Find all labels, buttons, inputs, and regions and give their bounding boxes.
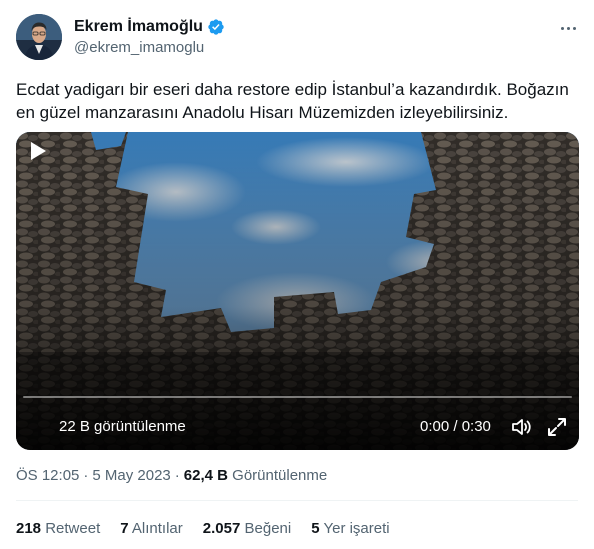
video-player[interactable]: 22 B görüntülenme 0:00 / 0:30 xyxy=(16,132,579,450)
quotes-count: 7 xyxy=(120,520,129,537)
video-views: 22 B görüntülenme xyxy=(59,418,186,435)
fullscreen-icon[interactable] xyxy=(546,416,568,438)
quotes-label: Alıntılar xyxy=(131,520,183,537)
view-count: 62,4 B xyxy=(183,467,228,484)
tweet-date: 5 May 2023 xyxy=(92,467,171,484)
divider xyxy=(16,500,578,501)
likes-stat[interactable]: 2.057 Beğeni xyxy=(203,519,291,539)
bookmarks-label: Yer işareti xyxy=(323,520,390,537)
name-row: Ekrem İmamoğlu xyxy=(74,17,225,37)
likes-label: Beğeni xyxy=(244,520,292,537)
avatar[interactable] xyxy=(16,14,62,60)
video-time: 0:00 / 0:30 xyxy=(420,418,491,435)
verified-badge-icon[interactable] xyxy=(207,18,225,36)
retweets-stat[interactable]: 218 Retweet xyxy=(16,519,100,539)
tweet-text: Ecdat yadigarı bir eseri daha restore ed… xyxy=(16,80,569,122)
retweets-count: 218 xyxy=(16,520,42,537)
author-handle[interactable]: @ekrem_imamoglu xyxy=(74,38,225,58)
more-horizontal-icon[interactable] xyxy=(558,18,578,38)
volume-icon[interactable] xyxy=(510,416,532,438)
tweet-timestamp[interactable]: ÖS 12:05 · 5 May 2023 xyxy=(16,467,171,484)
engagement-stats: 218 Retweet 7 Alıntılar 2.057 Beğeni 5 Y… xyxy=(16,519,410,539)
retweets-label: Retweet xyxy=(45,520,101,537)
tweet: Ekrem İmamoğlu @ekrem_imamoglu Ecdat yad… xyxy=(0,0,594,549)
video-progress-bar[interactable] xyxy=(23,396,572,398)
play-icon[interactable] xyxy=(28,140,48,162)
tweet-time: ÖS 12:05 xyxy=(16,467,80,484)
bookmarks-stat[interactable]: 5 Yer işareti xyxy=(311,519,389,539)
author-info: Ekrem İmamoğlu @ekrem_imamoglu xyxy=(74,17,225,58)
view-label: Görüntülenme xyxy=(232,467,328,484)
bookmarks-count: 5 xyxy=(311,520,320,537)
tweet-meta: ÖS 12:05 · 5 May 2023 · 62,4 B Görüntülenme xyxy=(16,467,328,484)
video-thumbnail xyxy=(16,132,579,450)
author-name[interactable]: Ekrem İmamoğlu xyxy=(74,17,203,37)
quotes-stat[interactable]: 7 Alıntılar xyxy=(120,519,183,539)
profile-photo-icon xyxy=(16,14,62,60)
likes-count: 2.057 xyxy=(202,520,241,537)
